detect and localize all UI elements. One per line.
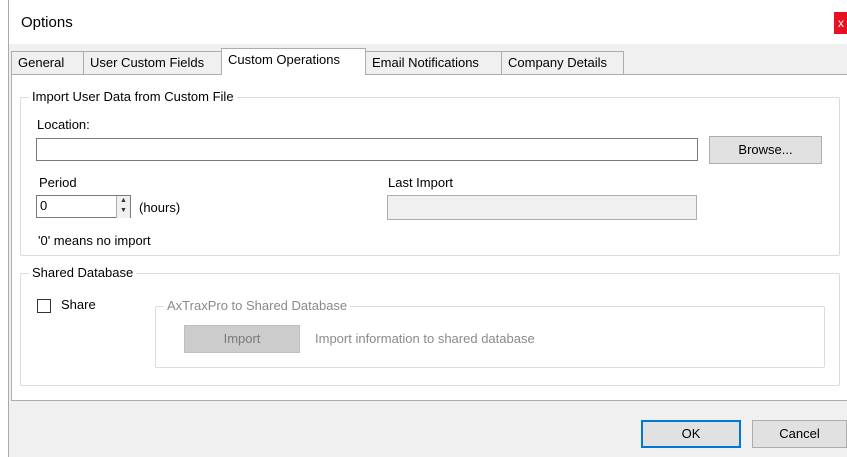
shared-database-group: Shared Database Share AxTraxPro to Share… (20, 265, 840, 386)
hours-label: (hours) (139, 200, 181, 215)
period-label: Period (39, 175, 77, 190)
import-button[interactable]: Import (184, 325, 300, 353)
spin-up-icon[interactable]: ▲ (117, 196, 130, 206)
tab-custom-operations[interactable]: Custom Operations (221, 48, 366, 75)
axtraxpro-shared-group: AxTraxPro to Shared Database Import Impo… (155, 298, 825, 368)
options-window: Options x General User Custom Fields Cus… (8, 0, 847, 457)
tab-email-notifications[interactable]: Email Notifications (365, 51, 502, 75)
location-input[interactable] (36, 138, 698, 161)
browse-button[interactable]: Browse... (709, 136, 822, 164)
import-description: Import information to shared database (315, 331, 535, 346)
tab-general[interactable]: General (11, 51, 84, 75)
close-button[interactable]: x (834, 12, 847, 34)
period-spin-buttons[interactable]: ▲ ▼ (116, 196, 130, 218)
window-title: Options (21, 14, 73, 31)
location-label: Location: (37, 117, 90, 132)
title-bar: Options x (9, 0, 847, 44)
tab-user-custom-fields[interactable]: User Custom Fields (83, 51, 222, 75)
cancel-button[interactable]: Cancel (752, 420, 847, 448)
no-import-note: '0' means no import (38, 233, 151, 248)
last-import-field (387, 195, 697, 220)
import-user-data-group: Import User Data from Custom File Locati… (20, 89, 840, 256)
share-label[interactable]: Share (61, 297, 96, 313)
period-value: 0 (40, 198, 48, 213)
close-icon: x (838, 16, 844, 30)
custom-operations-panel: Import User Data from Custom File Locati… (11, 74, 847, 401)
last-import-label: Last Import (388, 175, 454, 190)
import-group-title: Import User Data from Custom File (29, 89, 237, 105)
axtraxpro-group-title: AxTraxPro to Shared Database (164, 298, 351, 314)
period-stepper[interactable]: 0 ▲ ▼ (36, 195, 131, 218)
ok-button[interactable]: OK (641, 420, 741, 448)
shared-group-title: Shared Database (29, 265, 137, 281)
share-checkbox[interactable] (37, 299, 51, 313)
tab-company-details[interactable]: Company Details (501, 51, 624, 75)
spin-down-icon[interactable]: ▼ (117, 206, 130, 216)
